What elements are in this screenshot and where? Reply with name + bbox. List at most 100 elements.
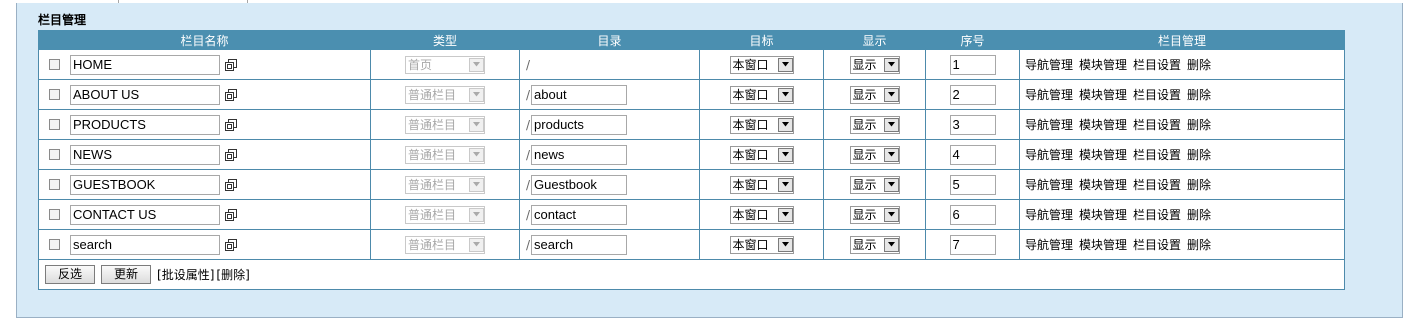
column-settings-link[interactable]: 栏目设置 [1133, 116, 1181, 133]
delete-link[interactable]: 删除 [1187, 56, 1211, 73]
module-manage-link[interactable]: 模块管理 [1079, 176, 1127, 193]
chevron-down-icon[interactable] [883, 207, 899, 222]
order-input[interactable]: 7 [949, 234, 996, 255]
module-manage-link[interactable]: 模块管理 [1079, 236, 1127, 253]
batch-delete-link[interactable]: [删除] [216, 266, 249, 283]
column-settings-link[interactable]: 栏目设置 [1133, 236, 1181, 253]
dir-input[interactable]: contact [531, 204, 628, 225]
row-checkbox[interactable] [49, 59, 60, 70]
target-select[interactable]: 本窗口 [729, 145, 794, 164]
column-name-input[interactable]: search [70, 234, 220, 255]
dir-input[interactable]: about [531, 84, 628, 105]
column-settings-link[interactable]: 栏目设置 [1133, 56, 1181, 73]
target-select[interactable]: 本窗口 [729, 175, 794, 194]
nav-manage-link[interactable]: 导航管理 [1025, 176, 1073, 193]
column-name-input[interactable]: GUESTBOOK [70, 174, 220, 195]
copy-icon[interactable] [225, 148, 237, 161]
column-name-input[interactable]: NEWS [70, 144, 220, 165]
dir-input[interactable]: news [531, 144, 628, 165]
row-checkbox[interactable] [49, 209, 60, 220]
nav-manage-link[interactable]: 导航管理 [1025, 56, 1073, 73]
module-manage-link[interactable]: 模块管理 [1079, 206, 1127, 223]
nav-manage-link[interactable]: 导航管理 [1025, 86, 1073, 103]
module-manage-link[interactable]: 模块管理 [1079, 146, 1127, 163]
display-select[interactable]: 显示 [849, 175, 900, 194]
chevron-down-icon[interactable] [777, 117, 793, 132]
target-select[interactable]: 本窗口 [729, 235, 794, 254]
target-select[interactable]: 本窗口 [729, 205, 794, 224]
chevron-down-icon[interactable] [777, 237, 793, 252]
nav-manage-link[interactable]: 导航管理 [1025, 236, 1073, 253]
row-checkbox[interactable] [49, 89, 60, 100]
display-select[interactable]: 显示 [849, 205, 900, 224]
dir-input[interactable]: products [531, 114, 628, 135]
chevron-down-icon[interactable] [777, 57, 793, 72]
chevron-down-icon[interactable] [883, 237, 899, 252]
chevron-down-icon[interactable] [777, 87, 793, 102]
copy-icon[interactable] [225, 178, 237, 191]
chevron-down-icon[interactable] [883, 57, 899, 72]
module-manage-link[interactable]: 模块管理 [1079, 56, 1127, 73]
delete-link[interactable]: 删除 [1187, 176, 1211, 193]
copy-icon[interactable] [225, 208, 237, 221]
col-header-order: 序号 [925, 30, 1020, 50]
order-input[interactable]: 6 [949, 204, 996, 225]
update-button[interactable]: 更新 [101, 265, 152, 284]
chevron-down-icon[interactable] [777, 207, 793, 222]
row-checkbox[interactable] [49, 239, 60, 250]
chevron-down-icon[interactable] [883, 117, 899, 132]
invert-selection-button[interactable]: 反选 [45, 265, 96, 284]
display-select[interactable]: 显示 [849, 235, 900, 254]
nav-manage-link[interactable]: 导航管理 [1025, 116, 1073, 133]
column-name-input[interactable]: PRODUCTS [70, 114, 220, 135]
panel-title: 栏目管理 [38, 13, 87, 27]
module-manage-link[interactable]: 模块管理 [1079, 86, 1127, 103]
column-name-input[interactable]: HOME [70, 54, 220, 75]
copy-icon[interactable] [225, 118, 237, 131]
target-select[interactable]: 本窗口 [729, 115, 794, 134]
target-select[interactable]: 本窗口 [729, 85, 794, 104]
display-select[interactable]: 显示 [849, 115, 900, 134]
row-checkbox[interactable] [49, 179, 60, 190]
dir-prefix: / [526, 147, 531, 162]
column-settings-link[interactable]: 栏目设置 [1133, 176, 1181, 193]
chevron-down-icon[interactable] [883, 147, 899, 162]
batch-set-attributes-link[interactable]: [批设属性] [157, 266, 214, 283]
display-select[interactable]: 显示 [849, 145, 900, 164]
nav-manage-link[interactable]: 导航管理 [1025, 146, 1073, 163]
column-settings-link[interactable]: 栏目设置 [1133, 206, 1181, 223]
copy-icon[interactable] [225, 238, 237, 251]
order-input[interactable]: 1 [949, 54, 996, 75]
order-input[interactable]: 3 [949, 114, 996, 135]
delete-link[interactable]: 删除 [1187, 86, 1211, 103]
dir-input[interactable]: search [531, 234, 628, 255]
target-select[interactable]: 本窗口 [729, 55, 794, 74]
display-select[interactable]: 显示 [849, 55, 900, 74]
column-name-input[interactable]: ABOUT US [70, 84, 220, 105]
column-settings-link[interactable]: 栏目设置 [1133, 146, 1181, 163]
order-input[interactable]: 2 [949, 84, 996, 105]
order-input[interactable]: 4 [949, 144, 996, 165]
delete-link[interactable]: 删除 [1187, 146, 1211, 163]
chevron-down-icon[interactable] [777, 147, 793, 162]
chevron-down-icon[interactable] [777, 177, 793, 192]
copy-icon[interactable] [225, 58, 237, 71]
delete-link[interactable]: 删除 [1187, 206, 1211, 223]
chevron-down-icon[interactable] [883, 177, 899, 192]
col-header-dir: 目录 [519, 30, 700, 50]
row-checkbox[interactable] [49, 149, 60, 160]
delete-link[interactable]: 删除 [1187, 116, 1211, 133]
col-header-target: 目标 [699, 30, 824, 50]
display-select[interactable]: 显示 [849, 85, 900, 104]
chevron-down-icon [469, 207, 484, 222]
copy-icon[interactable] [225, 88, 237, 101]
module-manage-link[interactable]: 模块管理 [1079, 116, 1127, 133]
column-settings-link[interactable]: 栏目设置 [1133, 86, 1181, 103]
nav-manage-link[interactable]: 导航管理 [1025, 206, 1073, 223]
row-checkbox[interactable] [49, 119, 60, 130]
chevron-down-icon[interactable] [883, 87, 899, 102]
delete-link[interactable]: 删除 [1187, 236, 1211, 253]
column-name-input[interactable]: CONTACT US [70, 204, 220, 225]
dir-input[interactable]: Guestbook [531, 174, 628, 195]
order-input[interactable]: 5 [949, 174, 996, 195]
